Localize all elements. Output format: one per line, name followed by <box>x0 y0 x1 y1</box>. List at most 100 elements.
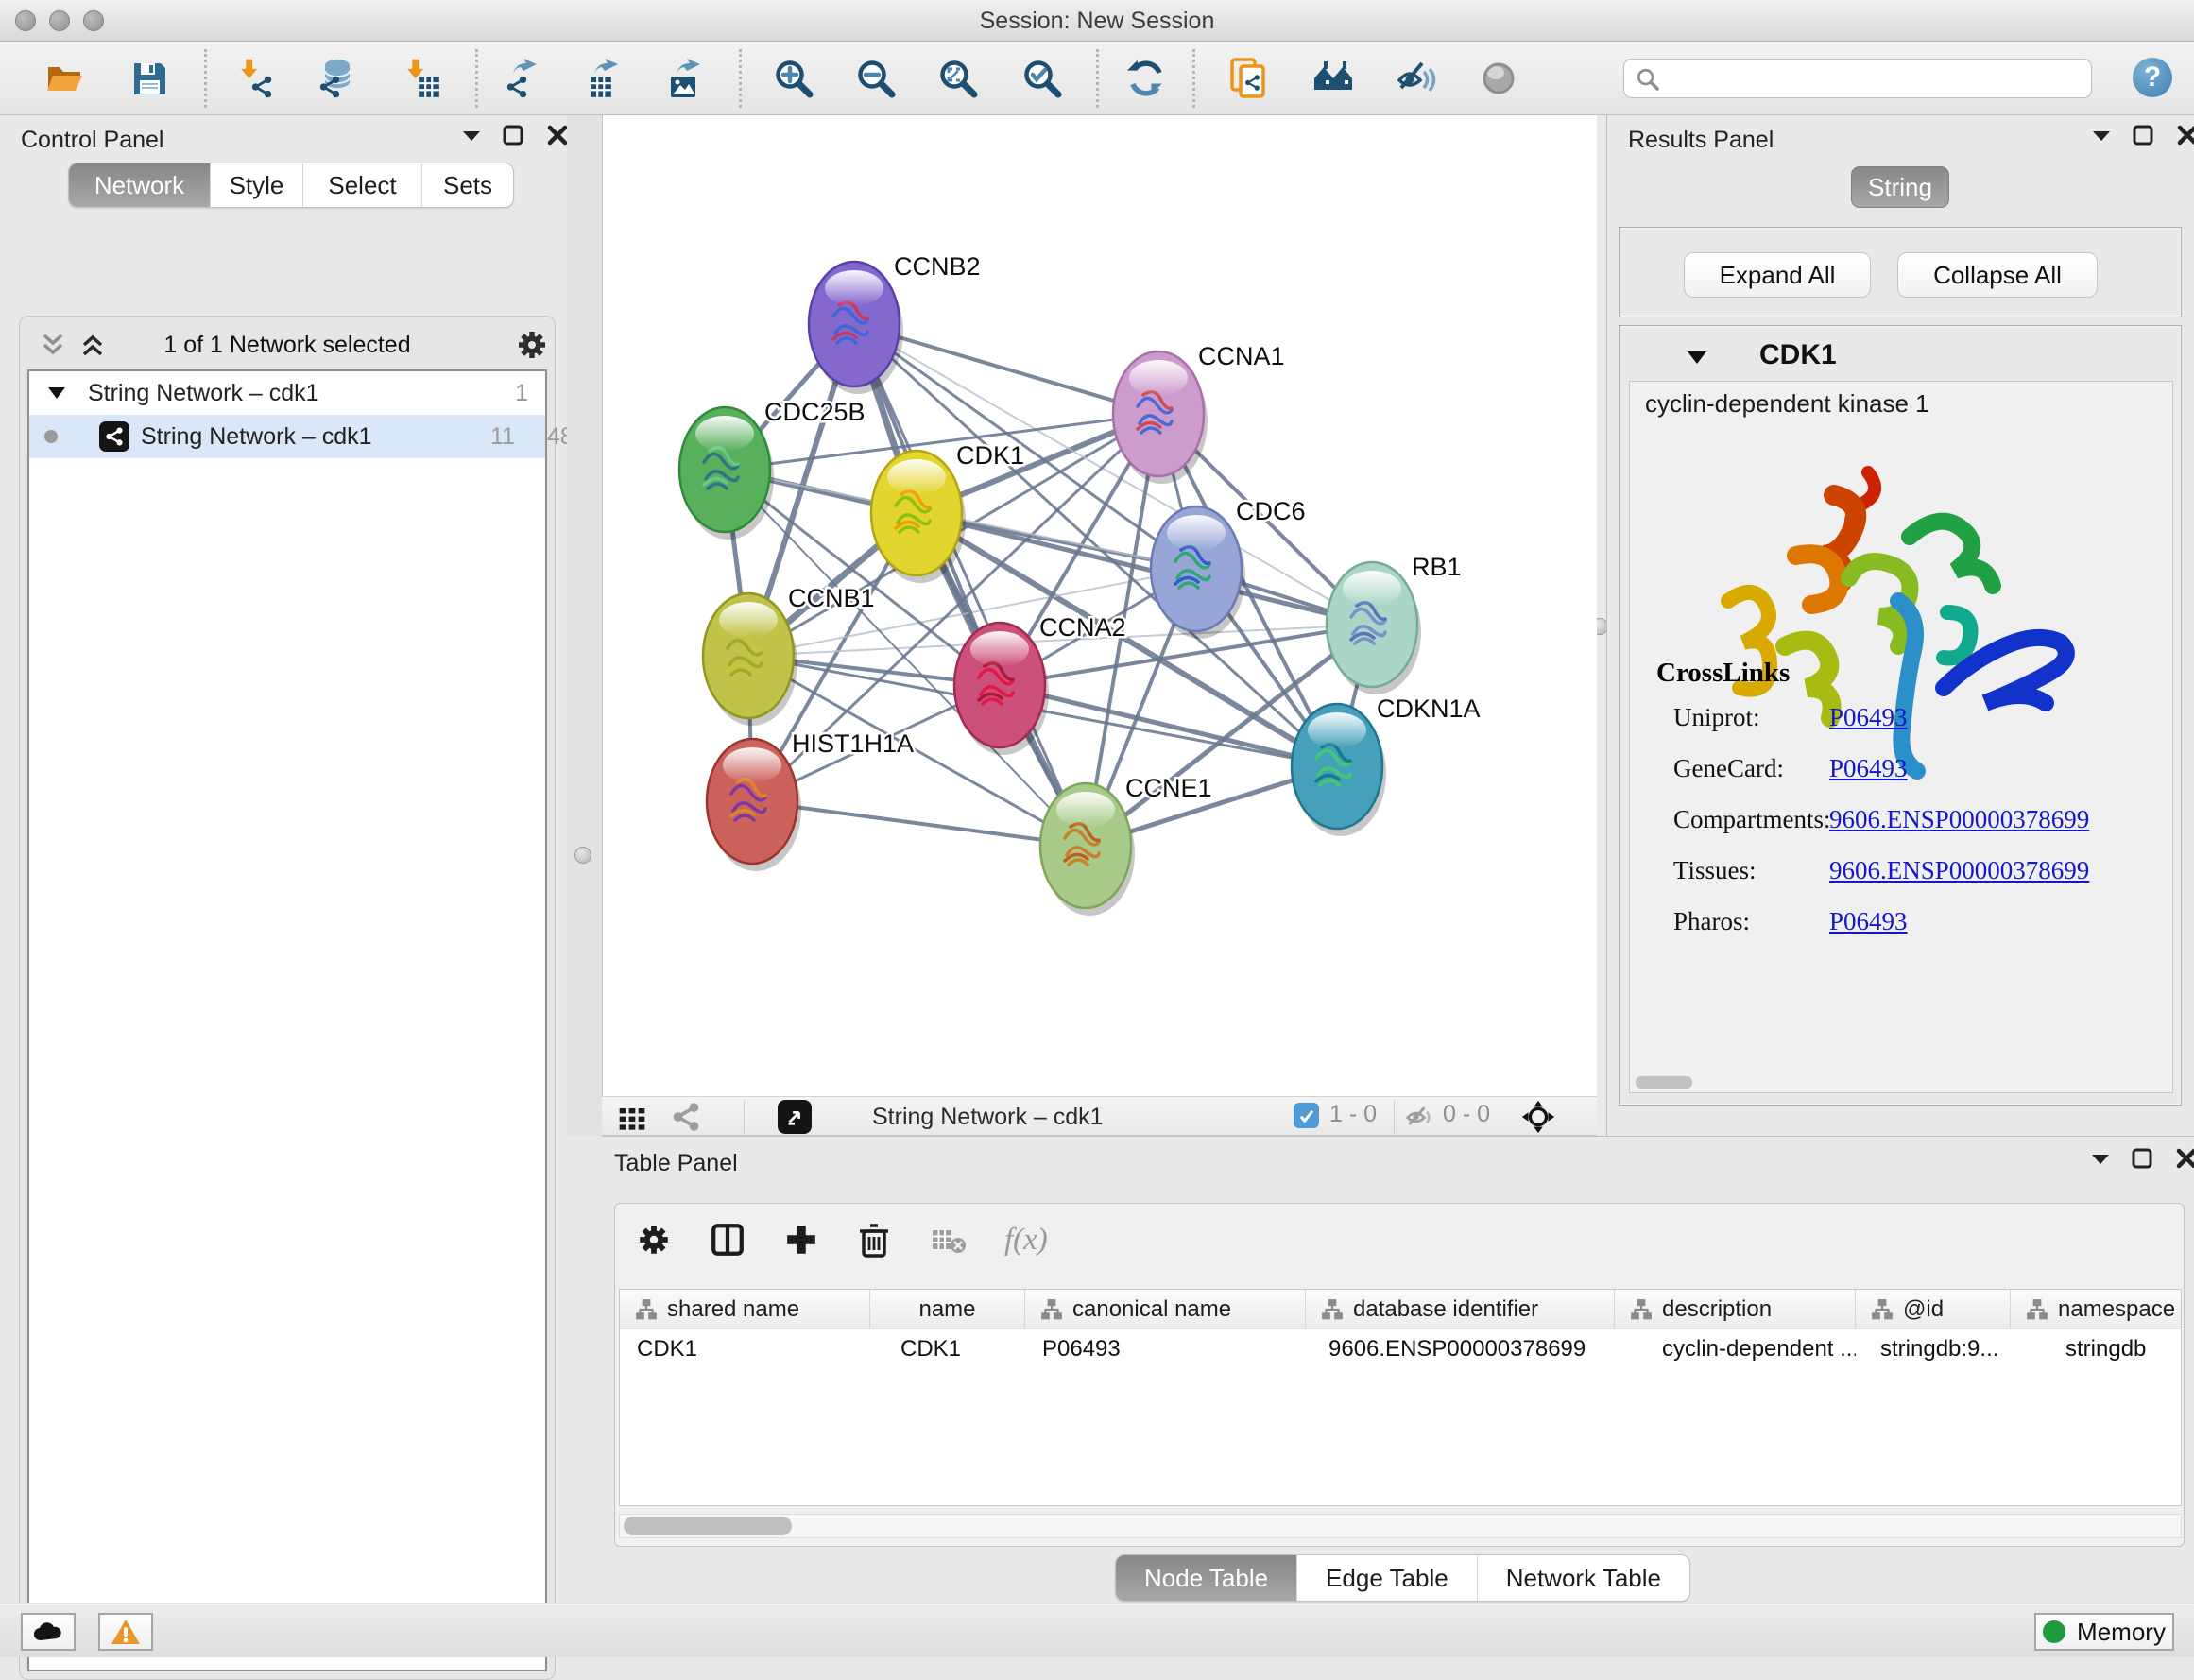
tab-sets[interactable]: Sets <box>422 163 513 207</box>
network-node-cdc6[interactable]: CDC6 <box>1151 497 1306 639</box>
save-session-button[interactable] <box>129 58 170 99</box>
network-share-icon[interactable] <box>670 1101 702 1133</box>
export-network-button[interactable] <box>500 58 541 99</box>
left-splitter[interactable] <box>567 115 602 1136</box>
network-node-ccne1[interactable]: CCNE1 <box>1040 774 1212 916</box>
string-network-icon <box>99 421 129 452</box>
cell-name[interactable]: CDK1 <box>870 1329 1025 1369</box>
network-edge[interactable] <box>752 801 1086 846</box>
crosslink-link[interactable]: 9606.ENSP00000378699 <box>1829 856 2089 885</box>
float-panel-icon[interactable] <box>2133 115 2155 153</box>
network-options-gear-icon[interactable] <box>515 328 549 362</box>
crosslink-link[interactable]: P06493 <box>1829 703 1908 732</box>
float-panel-icon[interactable] <box>503 115 525 153</box>
cell-id[interactable]: stringdb:9... <box>1856 1329 2011 1369</box>
string-network-graph[interactable]: CCNB2CCNA1CDC25BCDK1CDC6RB1CCNB1CCNA2CDK… <box>603 115 1598 1096</box>
column-header-description[interactable]: description <box>1615 1290 1856 1329</box>
cell-canonical-name[interactable]: P06493 <box>1025 1329 1306 1369</box>
crosslink-link[interactable]: 9606.ENSP00000378699 <box>1829 805 2089 834</box>
table-row[interactable]: CDK1 CDK1 P06493 9606.ENSP00000378699 cy… <box>620 1329 2181 1369</box>
network-node-ccna2[interactable]: CCNA2 <box>954 613 1126 755</box>
cdk1-collapse-icon[interactable] <box>1686 349 1708 368</box>
cell-database-identifier[interactable]: 9606.ENSP00000378699 <box>1306 1329 1615 1369</box>
export-image-button[interactable] <box>663 58 705 99</box>
network-node-ccnb1[interactable]: CCNB1 <box>703 584 875 726</box>
fit-selected-crosshair-icon[interactable] <box>1520 1099 1556 1135</box>
tab-network[interactable]: Network <box>69 163 211 207</box>
cell-shared-name[interactable]: CDK1 <box>620 1329 870 1369</box>
network-node-hist1h1a[interactable]: HIST1H1A <box>707 729 914 871</box>
close-panel-icon[interactable] <box>2176 115 2194 153</box>
network-row-selected[interactable]: String Network – cdk1 11 48 <box>29 415 545 458</box>
detach-view-icon[interactable] <box>778 1100 812 1134</box>
tab-string[interactable]: String <box>1851 166 1949 208</box>
float-panel-icon[interactable] <box>2132 1139 2154 1176</box>
export-table-button[interactable] <box>581 58 623 99</box>
zoom-selected-button[interactable] <box>1021 58 1063 99</box>
tab-network-table[interactable]: Network Table <box>1478 1555 1689 1601</box>
glass-eye-button[interactable] <box>1478 58 1519 99</box>
apply-layout-button[interactable] <box>1125 58 1167 99</box>
node-table[interactable]: shared name name canonical name database… <box>619 1289 2182 1506</box>
zoom-fit-button[interactable] <box>937 58 979 99</box>
tab-node-table[interactable]: Node Table <box>1116 1555 1297 1601</box>
network-node-ccnb2[interactable]: CCNB2 <box>809 252 981 394</box>
column-header-database-identifier[interactable]: database identifier <box>1306 1290 1615 1329</box>
table-horizontal-scrollbar[interactable] <box>619 1514 2182 1538</box>
column-header-id[interactable]: @id <box>1856 1290 2011 1329</box>
zoom-out-button[interactable] <box>855 58 897 99</box>
network-edge[interactable] <box>854 324 1086 846</box>
column-header-namespace[interactable]: namespace <box>2011 1290 2182 1329</box>
open-session-button[interactable] <box>43 58 85 99</box>
import-network-button[interactable] <box>235 58 277 99</box>
tab-select[interactable]: Select <box>303 163 422 207</box>
network-node-rb1[interactable]: RB1 <box>1327 553 1462 694</box>
hidden-eye-icon[interactable] <box>1405 1104 1435 1130</box>
delete-column-trash-icon[interactable] <box>857 1222 891 1258</box>
collapse-all-button[interactable]: Collapse All <box>1897 252 2098 298</box>
hide-glass-eye-button[interactable] <box>1396 58 1437 99</box>
close-panel-icon[interactable] <box>546 115 569 153</box>
toolbar-search-input[interactable] <box>1623 59 2092 98</box>
column-header-name[interactable]: name <box>870 1290 1025 1329</box>
cloud-status-button[interactable] <box>21 1613 76 1651</box>
panel-menu-icon[interactable] <box>2090 1139 2111 1176</box>
table-scrollbar-thumb[interactable] <box>624 1517 792 1535</box>
crosslink-link[interactable]: P06493 <box>1829 754 1908 783</box>
delete-table-icon[interactable] <box>929 1225 967 1255</box>
birdseye-grid-icon[interactable] <box>617 1101 647 1131</box>
crosslinks-scrollbar-thumb[interactable] <box>1636 1076 1692 1089</box>
collection-expand-icon[interactable] <box>46 385 67 402</box>
new-network-from-selection-button[interactable] <box>1228 58 1270 99</box>
tab-style[interactable]: Style <box>211 163 303 207</box>
help-button[interactable]: ? <box>2133 58 2172 97</box>
close-panel-icon[interactable] <box>2175 1139 2194 1176</box>
selected-nodes-checkbox[interactable] <box>1294 1103 1319 1128</box>
column-header-shared-name[interactable]: shared name <box>620 1290 870 1329</box>
add-column-icon[interactable] <box>783 1222 819 1258</box>
network-node-ccna1[interactable]: CCNA1 <box>1113 342 1285 484</box>
function-builder-icon[interactable]: f(x) <box>1004 1223 1048 1258</box>
panel-menu-icon[interactable] <box>2091 115 2112 153</box>
network-node-cdkn1a[interactable]: CDKN1A <box>1292 694 1481 836</box>
table-options-gear-icon[interactable] <box>636 1222 672 1258</box>
show-columns-icon[interactable] <box>710 1222 746 1258</box>
import-network-from-database-button[interactable] <box>315 58 356 99</box>
import-table-button[interactable] <box>402 58 443 99</box>
cell-namespace[interactable]: stringdb <box>2011 1329 2182 1369</box>
crosslink-link[interactable]: P06493 <box>1829 907 1908 936</box>
network-canvas[interactable]: CCNB2CCNA1CDC25BCDK1CDC6RB1CCNB1CCNA2CDK… <box>602 115 1597 1096</box>
network-collection-row[interactable]: String Network – cdk1 1 <box>29 371 545 415</box>
string-enrichment-button[interactable] <box>1312 58 1354 99</box>
memory-button[interactable]: Memory <box>2034 1613 2174 1651</box>
network-edge[interactable] <box>917 513 1372 625</box>
zoom-in-button[interactable] <box>773 58 814 99</box>
control-panel-controls <box>461 115 569 153</box>
left-splitter-handle[interactable] <box>574 847 591 864</box>
column-header-canonical-name[interactable]: canonical name <box>1025 1290 1306 1329</box>
warnings-button[interactable] <box>98 1613 153 1651</box>
tab-edge-table[interactable]: Edge Table <box>1297 1555 1478 1601</box>
expand-all-button[interactable]: Expand All <box>1684 252 1871 298</box>
panel-menu-icon[interactable] <box>461 115 482 153</box>
cell-description[interactable]: cyclin-dependent ... <box>1615 1329 1856 1369</box>
